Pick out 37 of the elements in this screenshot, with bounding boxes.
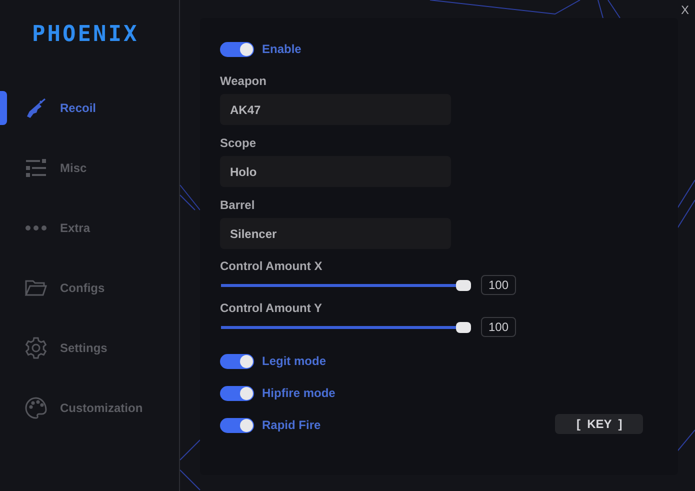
sidebar-item[interactable]: Misc bbox=[0, 138, 179, 198]
toggle-label: Hipfire mode bbox=[262, 385, 336, 402]
rifle-icon bbox=[24, 96, 48, 120]
sidebar-item[interactable]: Customization bbox=[0, 378, 179, 438]
sidebar-item[interactable]: Recoil bbox=[0, 78, 179, 138]
slider-label: Control Amount X bbox=[220, 258, 324, 275]
key-button[interactable]: [ KEY ] bbox=[555, 414, 644, 434]
field-label: Weapon bbox=[220, 73, 268, 90]
sidebar-item[interactable]: Settings bbox=[0, 318, 179, 378]
logo: PHOENIX bbox=[32, 21, 140, 49]
toggle-label: Rapid Fire bbox=[262, 417, 321, 434]
toggle-switch[interactable] bbox=[220, 42, 254, 56]
palette-icon bbox=[24, 396, 48, 420]
toggle-switch[interactable] bbox=[220, 386, 254, 400]
slider[interactable] bbox=[221, 280, 471, 290]
toggle-label: Legit mode bbox=[262, 353, 326, 370]
settings-icon bbox=[24, 336, 48, 360]
close-button[interactable]: X bbox=[680, 1, 689, 19]
toggle-label: Enable bbox=[262, 41, 302, 58]
sidebar-item[interactable]: Extra bbox=[0, 198, 179, 258]
dropdown-field[interactable]: Holo bbox=[220, 156, 451, 187]
toggle-switch[interactable] bbox=[220, 354, 254, 368]
list-icon bbox=[24, 156, 48, 180]
field-label: Barrel bbox=[220, 197, 256, 214]
dropdown-field[interactable]: Silencer bbox=[220, 218, 451, 249]
dots-icon bbox=[24, 225, 48, 231]
field-label: Scope bbox=[220, 135, 258, 152]
sidebar-item[interactable]: Configs bbox=[0, 258, 179, 318]
value-box: 100 bbox=[481, 317, 516, 337]
value-box: 100 bbox=[481, 275, 516, 295]
active-indicator bbox=[0, 91, 7, 125]
slider-thumb[interactable] bbox=[456, 322, 471, 332]
slider[interactable] bbox=[221, 322, 471, 332]
slider-label: Control Amount Y bbox=[220, 300, 323, 317]
dropdown-field[interactable]: AK47 bbox=[220, 94, 451, 125]
slider-thumb[interactable] bbox=[456, 280, 471, 290]
toggle-switch[interactable] bbox=[220, 418, 254, 432]
